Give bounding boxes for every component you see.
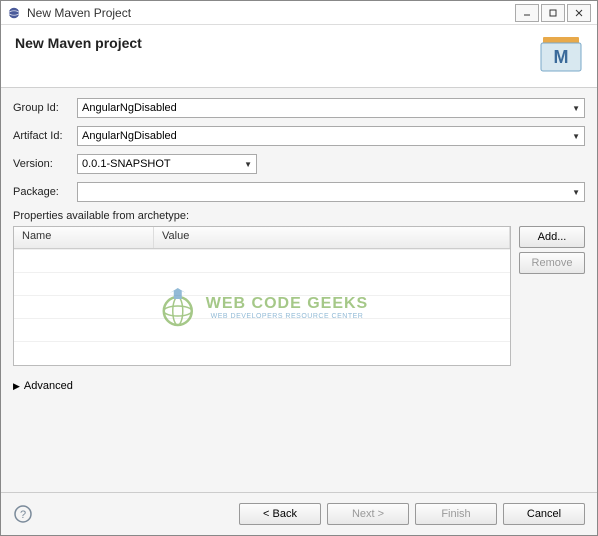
next-button[interactable]: Next > [327, 503, 409, 525]
properties-area: Name Value [13, 226, 585, 366]
artifact-id-input[interactable] [82, 130, 568, 142]
finish-button[interactable]: Finish [415, 503, 497, 525]
table-header: Name Value [14, 227, 510, 249]
cancel-button[interactable]: Cancel [503, 503, 585, 525]
page-title: New Maven project [15, 35, 142, 51]
advanced-toggle[interactable]: ▶ Advanced [13, 380, 585, 392]
advanced-label: Advanced [24, 380, 73, 392]
version-field[interactable]: ▼ [77, 154, 257, 174]
add-button[interactable]: Add... [519, 226, 585, 248]
titlebar: New Maven Project [1, 1, 597, 25]
properties-label: Properties available from archetype: [13, 210, 585, 222]
group-id-field[interactable]: ▼ [77, 98, 585, 118]
dropdown-arrow-icon[interactable]: ▼ [568, 132, 580, 141]
dropdown-arrow-icon[interactable]: ▼ [568, 188, 580, 197]
svg-text:?: ? [20, 509, 26, 521]
svg-text:M: M [554, 47, 569, 67]
close-button[interactable] [567, 4, 591, 22]
table-body: WEB CODE GEEKS WEB DEVELOPERS RESOURCE C… [14, 249, 510, 365]
column-header-name[interactable]: Name [14, 227, 154, 248]
footer-buttons: < Back Next > Finish Cancel [239, 503, 585, 525]
properties-buttons: Add... Remove [519, 226, 585, 366]
maximize-button[interactable] [541, 4, 565, 22]
dialog-header: New Maven project M [1, 25, 597, 88]
dropdown-arrow-icon[interactable]: ▼ [240, 160, 252, 169]
dropdown-arrow-icon[interactable]: ▼ [568, 104, 580, 113]
package-row: Package: ▼ [13, 182, 585, 202]
version-input[interactable] [82, 158, 240, 170]
remove-button[interactable]: Remove [519, 252, 585, 274]
version-label: Version: [13, 158, 77, 170]
group-id-input[interactable] [82, 102, 568, 114]
help-icon[interactable]: ? [13, 504, 33, 524]
back-button[interactable]: < Back [239, 503, 321, 525]
eclipse-icon [7, 6, 21, 20]
artifact-id-row: Artifact Id: ▼ [13, 126, 585, 146]
package-label: Package: [13, 186, 77, 198]
maven-icon: M [539, 35, 583, 73]
group-id-label: Group Id: [13, 102, 77, 114]
group-id-row: Group Id: ▼ [13, 98, 585, 118]
artifact-id-field[interactable]: ▼ [77, 126, 585, 146]
properties-table[interactable]: Name Value [13, 226, 511, 366]
artifact-id-label: Artifact Id: [13, 130, 77, 142]
window-title: New Maven Project [27, 6, 513, 20]
form-area: Group Id: ▼ Artifact Id: ▼ Version: ▼ Pa… [1, 88, 597, 492]
package-field[interactable]: ▼ [77, 182, 585, 202]
package-input[interactable] [82, 186, 568, 198]
expand-arrow-icon: ▶ [13, 381, 20, 392]
dialog-footer: ? < Back Next > Finish Cancel [1, 492, 597, 535]
column-header-value[interactable]: Value [154, 227, 510, 248]
dialog-window: New Maven Project New Maven project M Gr… [0, 0, 598, 536]
minimize-button[interactable] [515, 4, 539, 22]
window-controls [513, 4, 591, 22]
version-row: Version: ▼ [13, 154, 585, 174]
